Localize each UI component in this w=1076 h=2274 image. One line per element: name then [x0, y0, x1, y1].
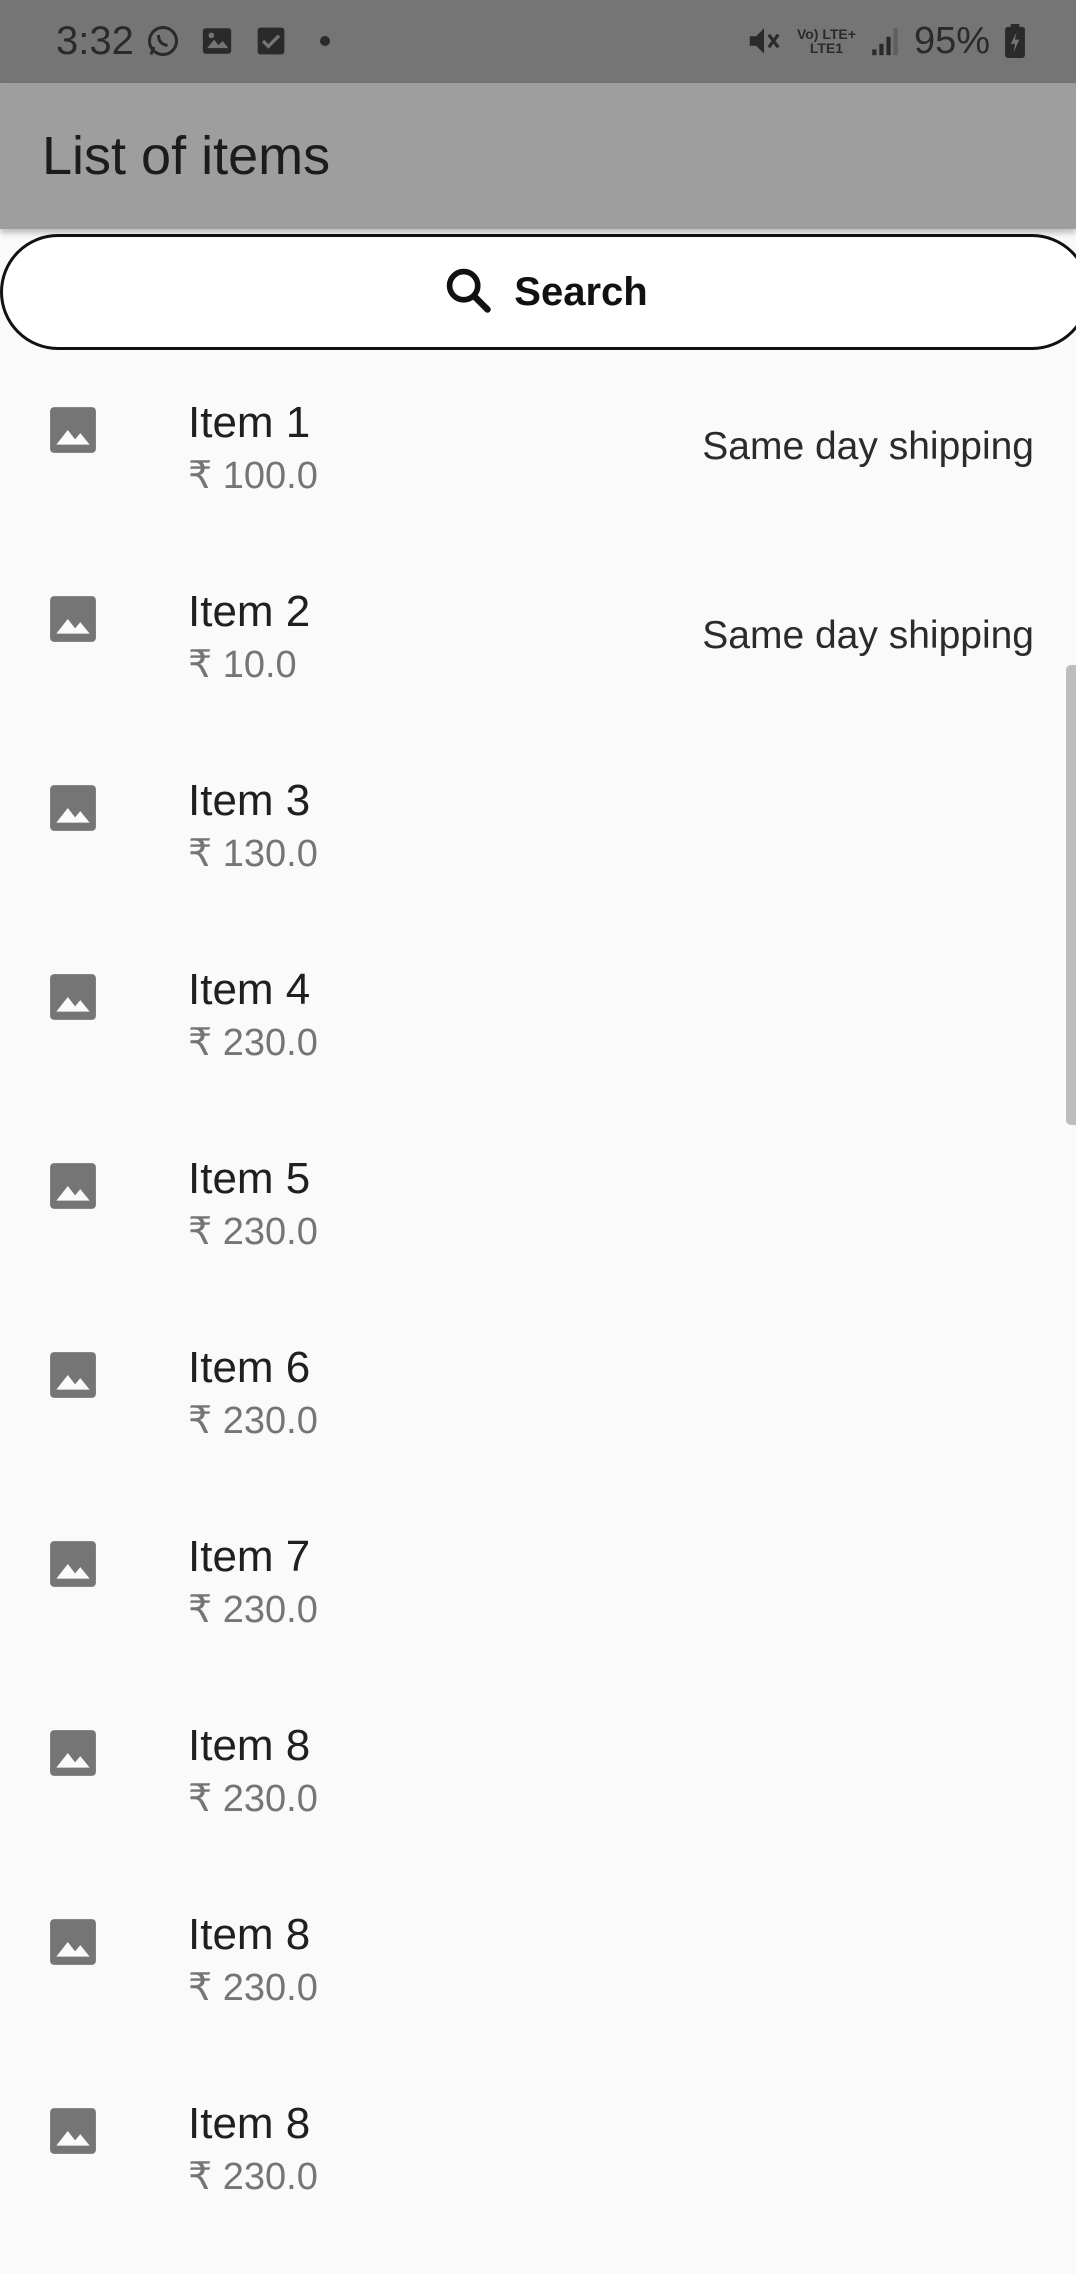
status-bar: 3:32 Vo) LTE+ LTE1 95% — [0, 0, 1076, 83]
item-price: ₹ 230.0 — [188, 1400, 318, 1442]
search-icon — [442, 264, 494, 321]
list-item[interactable]: Item 8 ₹ 230.0 — [0, 1678, 1076, 1867]
network-indicator: Vo) LTE+ LTE1 — [797, 27, 856, 55]
dot-icon — [307, 23, 343, 59]
network-label-top: Vo) LTE+ — [796, 26, 856, 42]
item-list[interactable]: Item 1 ₹ 100.0 Same day shipping Item 2 … — [0, 355, 1076, 2245]
list-item[interactable]: Item 3 ₹ 130.0 — [0, 733, 1076, 922]
item-price: ₹ 230.0 — [188, 2156, 318, 2198]
item-price: ₹ 230.0 — [188, 1778, 318, 1820]
scrollbar[interactable] — [1066, 665, 1076, 1125]
item-name: Item 8 — [188, 1721, 311, 1770]
list-item[interactable]: Item 4 ₹ 230.0 — [0, 922, 1076, 1111]
app-bar: List of items — [0, 83, 1076, 229]
item-name: Item 1 — [188, 398, 311, 447]
shipping-label: Same day shipping — [702, 425, 1034, 468]
status-time: 3:32 — [56, 19, 134, 63]
item-price: ₹ 230.0 — [188, 1967, 318, 2009]
item-name: Item 3 — [188, 776, 311, 825]
image-placeholder-icon — [48, 594, 98, 644]
item-price: ₹ 10.0 — [188, 644, 297, 686]
list-item[interactable]: Item 1 ₹ 100.0 Same day shipping — [0, 355, 1076, 544]
list-item[interactable]: Item 7 ₹ 230.0 — [0, 1489, 1076, 1678]
list-item[interactable]: Item 2 ₹ 10.0 Same day shipping — [0, 544, 1076, 733]
image-placeholder-icon — [48, 783, 98, 833]
item-name: Item 4 — [188, 965, 311, 1014]
item-name: Item 7 — [188, 1532, 311, 1581]
list-item[interactable]: Item 6 ₹ 230.0 — [0, 1300, 1076, 1489]
item-price: ₹ 230.0 — [188, 1211, 318, 1253]
item-name: Item 8 — [188, 1910, 311, 1959]
signal-icon — [870, 24, 900, 58]
item-name: Item 5 — [188, 1154, 311, 1203]
battery-charging-icon — [1004, 24, 1026, 58]
image-placeholder-icon — [48, 405, 98, 455]
item-price: ₹ 100.0 — [188, 455, 318, 497]
shipping-label: Same day shipping — [702, 614, 1034, 657]
image-placeholder-icon — [48, 1161, 98, 1211]
item-price: ₹ 230.0 — [188, 1022, 318, 1064]
mute-icon — [745, 22, 783, 60]
search-label: Search — [514, 269, 648, 314]
item-price: ₹ 130.0 — [188, 833, 318, 875]
whatsapp-icon — [145, 23, 181, 59]
item-price: ₹ 230.0 — [188, 1589, 318, 1631]
item-name: Item 6 — [188, 1343, 311, 1392]
image-placeholder-icon — [48, 972, 98, 1022]
notification-icons — [145, 20, 343, 62]
battery-percent: 95% — [913, 19, 990, 62]
list-item[interactable]: Item 8 ₹ 230.0 — [0, 1867, 1076, 2056]
list-item[interactable]: Item 5 ₹ 230.0 — [0, 1111, 1076, 1300]
image-placeholder-icon — [48, 1728, 98, 1778]
image-placeholder-icon — [48, 2106, 98, 2156]
item-name: Item 8 — [188, 2099, 311, 2148]
image-placeholder-icon — [48, 1350, 98, 1400]
page-title: List of items — [42, 126, 331, 186]
checkbox-icon — [253, 23, 289, 59]
list-item[interactable]: Item 8 ₹ 230.0 — [0, 2056, 1076, 2245]
item-name: Item 2 — [188, 587, 311, 636]
gallery-icon — [199, 23, 235, 59]
network-label-bottom: LTE1 — [809, 40, 844, 56]
image-placeholder-icon — [48, 1539, 98, 1589]
system-icons: Vo) LTE+ LTE1 95% — [745, 16, 1026, 66]
search-button[interactable]: Search — [0, 234, 1076, 350]
image-placeholder-icon — [48, 1917, 98, 1967]
